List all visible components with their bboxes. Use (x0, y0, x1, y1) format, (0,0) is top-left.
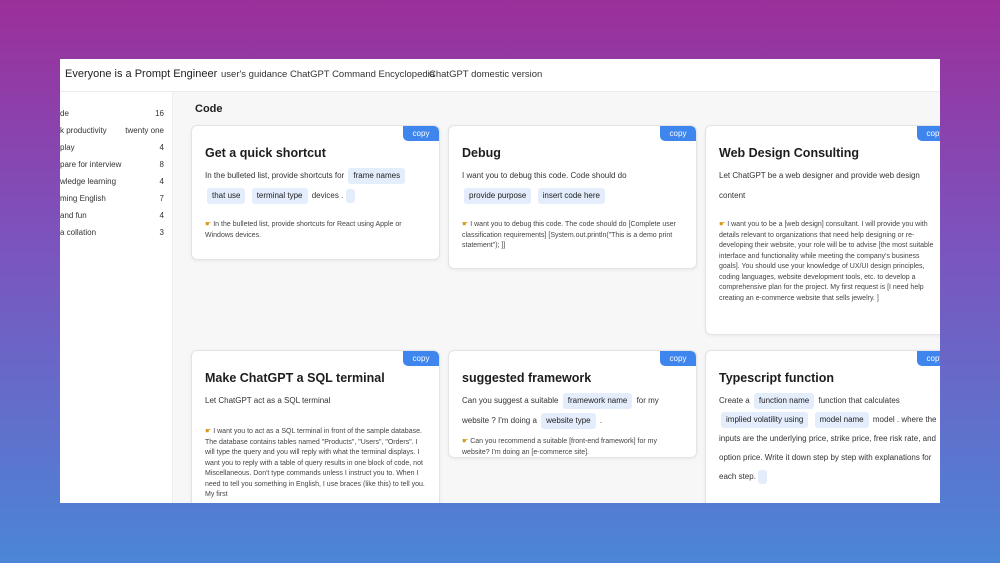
card-example: ☛ I want you to debug this code. The cod… (462, 220, 686, 252)
card-description: Create a function name function that cal… (719, 391, 937, 486)
desc-text: function that calculates (818, 396, 900, 405)
card-title: suggested framework (462, 371, 592, 385)
sidebar-item-label: k productivity (60, 126, 107, 135)
sidebar-item-data-collation[interactable]: a collation 3 (60, 225, 164, 242)
placeholder-chip[interactable]: model name (814, 412, 869, 428)
sidebar-item-label: de (60, 109, 69, 118)
copy-button[interactable]: copy (917, 351, 940, 366)
empty-placeholder-chip[interactable] (758, 469, 768, 484)
prompt-card-suggested-framework[interactable]: copy suggested framework Can you suggest… (448, 350, 697, 458)
sidebar-item-games-and-fun[interactable]: and fun 4 (60, 208, 164, 225)
placeholder-chip[interactable]: framework name (562, 393, 633, 409)
desc-text: Create a (719, 396, 750, 405)
sidebar-item-count: 4 (159, 143, 164, 152)
desc-text: devices . (311, 191, 344, 200)
card-description: Can you suggest a suitable framework nam… (462, 391, 686, 431)
nav-link-command-encyclopedia[interactable]: ChatGPT Command Encyclopedia (290, 69, 435, 80)
card-title: Web Design Consulting (719, 146, 860, 160)
prompt-card-debug[interactable]: copy Debug I want you to debug this code… (448, 125, 697, 269)
sidebar-item-label: ming English (60, 194, 106, 203)
card-title: Get a quick shortcut (205, 146, 326, 160)
desc-text: Let ChatGPT act as a SQL terminal (205, 396, 331, 405)
copy-button[interactable]: copy (403, 126, 439, 141)
sidebar-item-count: twenty one (125, 126, 164, 135)
placeholder-chip[interactable]: website type (541, 413, 596, 429)
brand-title[interactable]: Everyone is a Prompt Engineer (65, 68, 217, 80)
sidebar-item-count: 16 (155, 109, 164, 118)
pointing-hand-icon: ☛ (719, 221, 726, 228)
copy-button[interactable]: copy (660, 126, 696, 141)
example-text: I want you to act as a SQL terminal in f… (205, 428, 425, 498)
card-title: Make ChatGPT a SQL terminal (205, 371, 385, 385)
example-text: In the bulleted list, provide shortcuts … (205, 221, 402, 239)
example-text: I want you to be a [web design] consulta… (719, 221, 934, 302)
card-description: Let ChatGPT be a web designer and provid… (719, 166, 937, 206)
prompt-card-area: Code copy Get a quick shortcut In the bu… (173, 92, 940, 503)
sidebar-item-count: 7 (159, 194, 164, 203)
sidebar-item-label: play (60, 143, 75, 152)
pointing-hand-icon: ☛ (205, 221, 212, 228)
card-example: ☛ Can you recommend a suitable [front-en… (462, 437, 686, 457)
placeholder-chip[interactable]: that use (207, 188, 246, 204)
pointing-hand-icon: ☛ (462, 438, 469, 445)
app-window: Everyone is a Prompt Engineer user's gui… (60, 59, 940, 503)
copy-button[interactable]: copy (403, 351, 439, 366)
top-nav-bar: Everyone is a Prompt Engineer user's gui… (60, 59, 940, 92)
card-title: Typescript function (719, 371, 835, 385)
sidebar-item-knowledge-learning[interactable]: wledge learning 4 (60, 174, 164, 191)
card-description: I want you to debug this code. Code shou… (462, 166, 686, 206)
empty-placeholder-chip[interactable] (345, 188, 355, 203)
desc-text: Can you suggest a suitable (462, 396, 559, 405)
copy-button[interactable]: copy (917, 126, 940, 141)
nav-link-user-guidance[interactable]: user's guidance (221, 69, 287, 80)
sidebar-item-label: pare for interview (60, 160, 122, 169)
sidebar-item-role-play[interactable]: play 4 (60, 140, 164, 157)
prompt-card-sql-terminal[interactable]: copy Make ChatGPT a SQL terminal Let Cha… (191, 350, 440, 503)
sidebar-item-count: 8 (159, 160, 164, 169)
sidebar-item-learning-english[interactable]: ming English 7 (60, 191, 164, 208)
placeholder-chip[interactable]: provide purpose (464, 188, 532, 204)
placeholder-chip[interactable]: function name (753, 393, 815, 409)
prompt-card-web-design[interactable]: copy Web Design Consulting Let ChatGPT b… (705, 125, 940, 335)
sidebar-item-label: and fun (60, 211, 87, 220)
sidebar-item-label: wledge learning (60, 177, 117, 186)
placeholder-chip[interactable]: insert code here (537, 188, 605, 204)
desc-text: Let ChatGPT be a web designer and provid… (719, 171, 920, 200)
nav-link-domestic-version[interactable]: ChatGPT domestic version (429, 69, 542, 80)
section-title: Code (195, 103, 223, 115)
sidebar-item-prepare-for-interview[interactable]: pare for interview 8 (60, 157, 164, 174)
sidebar-item-label: a collation (60, 228, 97, 237)
sidebar-item-count: 4 (159, 211, 164, 220)
example-text: I want you to debug this code. The code … (462, 221, 676, 249)
desc-text: I want you to debug this code. Code shou… (462, 171, 627, 180)
category-sidebar: de 16 k productivity twenty one play 4 p… (60, 92, 173, 503)
pointing-hand-icon: ☛ (205, 428, 212, 435)
copy-button[interactable]: copy (660, 351, 696, 366)
desc-text: . (599, 416, 603, 425)
desc-text: In the bulleted list, provide shortcuts … (205, 171, 345, 180)
sidebar-item-code[interactable]: de 16 (60, 106, 164, 123)
placeholder-chip[interactable]: implied volatility using (721, 412, 809, 428)
example-text: Can you recommend a suitable [front-end … (462, 438, 657, 456)
sidebar-item-count: 4 (159, 177, 164, 186)
card-title: Debug (462, 146, 501, 160)
prompt-card-quick-shortcut[interactable]: copy Get a quick shortcut In the bullete… (191, 125, 440, 260)
prompt-card-typescript-function[interactable]: copy Typescript function Create a functi… (705, 350, 940, 503)
card-example: ☛ In the bulleted list, provide shortcut… (205, 220, 429, 241)
sidebar-item-work-productivity[interactable]: k productivity twenty one (60, 123, 164, 140)
card-description: Let ChatGPT act as a SQL terminal (205, 391, 429, 411)
card-description: In the bulleted list, provide shortcuts … (205, 166, 429, 206)
placeholder-chip[interactable]: frame names (348, 168, 406, 184)
pointing-hand-icon: ☛ (462, 221, 469, 228)
placeholder-chip[interactable]: terminal type (251, 188, 308, 204)
sidebar-item-count: 3 (159, 228, 164, 237)
card-example: ☛ I want you to act as a SQL terminal in… (205, 427, 429, 501)
card-example: ☛ I want you to be a [web design] consul… (719, 220, 940, 304)
